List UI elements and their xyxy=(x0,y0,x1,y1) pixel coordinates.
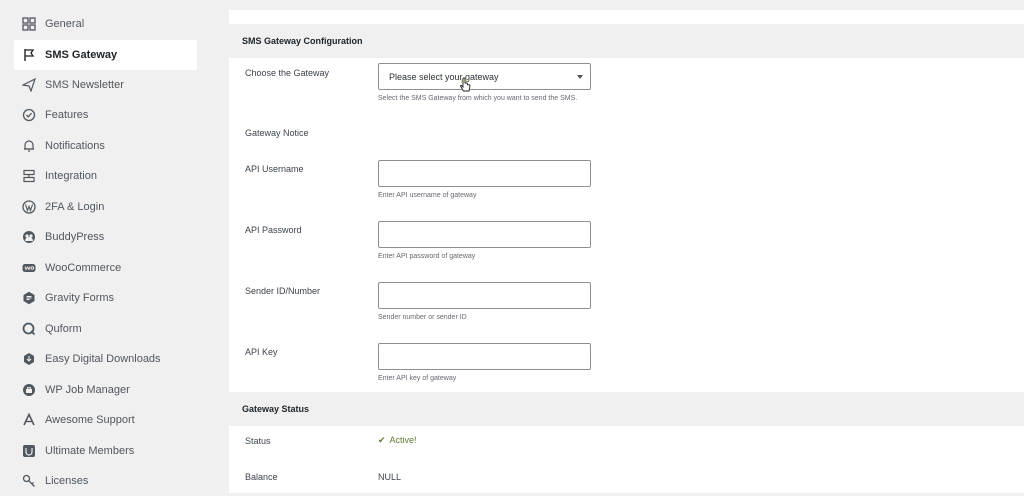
sidebar-item-label: Quform xyxy=(45,323,82,335)
sidebar-item-label: 2FA & Login xyxy=(45,201,105,213)
wordpress-icon xyxy=(22,200,36,214)
api-key-label: API Key xyxy=(245,347,278,357)
sender-id-hint: Sender number or sender ID xyxy=(378,314,467,321)
sidebar-item-2fa-login[interactable]: 2FA & Login xyxy=(14,192,197,222)
api-username-input[interactable] xyxy=(378,160,591,187)
gateway-label: Choose the Gateway xyxy=(245,68,330,78)
sidebar-item-label: Integration xyxy=(45,170,97,182)
woocommerce-icon xyxy=(22,261,36,275)
quform-icon xyxy=(22,322,36,336)
api-password-hint: Enter API password of gateway xyxy=(378,253,476,260)
api-username-label: API Username xyxy=(245,164,304,174)
sender-id-input[interactable] xyxy=(378,282,591,309)
api-key-input[interactable] xyxy=(378,343,591,370)
send-icon xyxy=(22,78,36,92)
gateway-select[interactable]: Please select your gateway xyxy=(378,63,591,90)
api-key-hint: Enter API key of gateway xyxy=(378,375,457,382)
key-icon xyxy=(22,474,36,488)
sidebar-item-label: Easy Digital Downloads xyxy=(45,353,161,365)
settings-sidebar: General SMS Gateway SMS Newsletter Featu… xyxy=(0,0,215,493)
settings-panel: SMS Gateway Configuration Choose the Gat… xyxy=(229,10,1024,493)
sidebar-item-label: General xyxy=(45,18,85,30)
sidebar-item-general[interactable]: General xyxy=(14,9,197,39)
sidebar-item-gravity-forms[interactable]: Gravity Forms xyxy=(14,283,197,313)
gravity-forms-icon xyxy=(22,291,36,305)
sidebar-item-label: Notifications xyxy=(45,140,105,152)
sidebar-item-ultimate-members[interactable]: Ultimate Members xyxy=(14,436,197,466)
sidebar-item-sms-newsletter[interactable]: SMS Newsletter xyxy=(14,70,197,100)
sidebar-item-label: Licenses xyxy=(45,475,89,487)
sidebar-item-label: Gravity Forms xyxy=(45,292,115,304)
api-username-hint: Enter API username of gateway xyxy=(378,192,477,199)
sidebar-item-label: Ultimate Members xyxy=(45,445,135,457)
ultimate-member-icon xyxy=(22,444,36,458)
sidebar-item-label: Awesome Support xyxy=(45,414,135,426)
section-header-configuration: SMS Gateway Configuration xyxy=(229,24,1024,58)
gateway-hint: Select the SMS Gateway from which you wa… xyxy=(378,95,578,102)
grid-icon xyxy=(22,17,36,31)
sidebar-item-label: SMS Newsletter xyxy=(45,79,124,91)
sidebar-item-notifications[interactable]: Notifications xyxy=(14,131,197,161)
sidebar-item-label: SMS Gateway xyxy=(45,49,118,61)
api-password-label: API Password xyxy=(245,225,302,235)
integration-icon xyxy=(22,169,36,183)
sidebar-item-label: BuddyPress xyxy=(45,231,105,243)
sidebar-item-buddypress[interactable]: BuddyPress xyxy=(14,222,197,252)
gateway-select-value: Please select your gateway xyxy=(389,71,499,82)
bell-icon xyxy=(22,139,36,153)
edd-icon xyxy=(22,352,36,366)
job-manager-icon xyxy=(22,383,36,397)
status-label: Status xyxy=(245,436,271,446)
chevron-down-icon xyxy=(577,75,583,79)
status-value: ✔ Active! xyxy=(378,435,417,446)
sidebar-item-features[interactable]: Features xyxy=(14,100,197,130)
status-text: Active! xyxy=(389,435,417,445)
balance-label: Balance xyxy=(245,472,278,482)
buddypress-icon xyxy=(22,230,36,244)
api-password-input[interactable] xyxy=(378,221,591,248)
sidebar-item-woocommerce[interactable]: WooCommerce xyxy=(14,253,197,283)
sidebar-item-sms-gateway[interactable]: SMS Gateway xyxy=(14,40,197,70)
sidebar-item-label: WooCommerce xyxy=(45,262,122,274)
sidebar-item-integration[interactable]: Integration xyxy=(14,161,197,191)
flag-icon xyxy=(22,48,36,62)
hand-cursor-icon xyxy=(460,77,471,92)
sidebar-item-label: Features xyxy=(45,109,89,121)
sender-id-label: Sender ID/Number xyxy=(245,286,321,296)
sidebar-item-label: WP Job Manager xyxy=(45,384,130,396)
awesome-support-icon xyxy=(22,413,36,427)
sidebar-item-easy-digital-downloads[interactable]: Easy Digital Downloads xyxy=(14,344,197,374)
sidebar-item-licenses[interactable]: Licenses xyxy=(14,466,197,496)
balance-value: NULL xyxy=(378,472,402,482)
sidebar-item-awesome-support[interactable]: Awesome Support xyxy=(14,405,197,435)
gateway-notice-label: Gateway Notice xyxy=(245,128,309,138)
sidebar-item-quform[interactable]: Quform xyxy=(14,314,197,344)
section-header-status: Gateway Status xyxy=(229,392,1024,426)
check-circle-icon xyxy=(22,108,36,122)
sidebar-item-wp-job-manager[interactable]: WP Job Manager xyxy=(14,375,197,405)
checkmark-icon: ✔ xyxy=(378,435,386,445)
